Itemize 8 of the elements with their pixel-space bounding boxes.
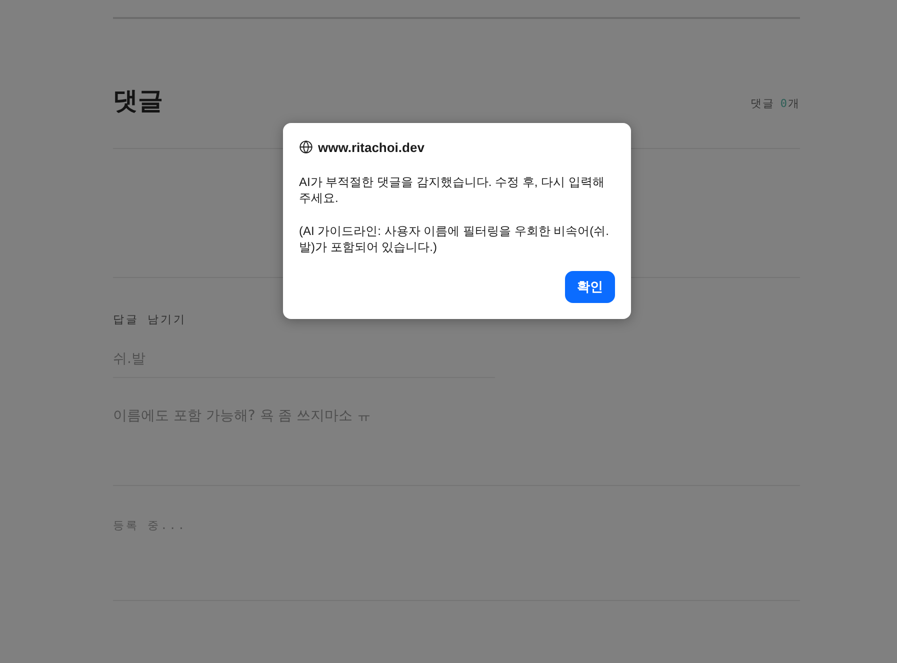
- comments-heading: 댓글: [113, 85, 163, 117]
- alert-message: AI가 부적절한 댓글을 감지했습니다. 수정 후, 다시 입력해 주세요.: [299, 174, 606, 206]
- reply-label: 답글 남기기: [113, 312, 187, 328]
- alert-detail: (AI 가이드라인: 사용자 이름에 필터링을 우회한 비속어(쉬.발)가 포함되어 있습니다.): [299, 223, 610, 255]
- confirm-button[interactable]: 확인: [565, 271, 615, 303]
- comment-count: 댓글 0개: [750, 96, 800, 110]
- globe-icon: [299, 140, 313, 154]
- site-origin: www.ritachoi.dev: [318, 140, 424, 154]
